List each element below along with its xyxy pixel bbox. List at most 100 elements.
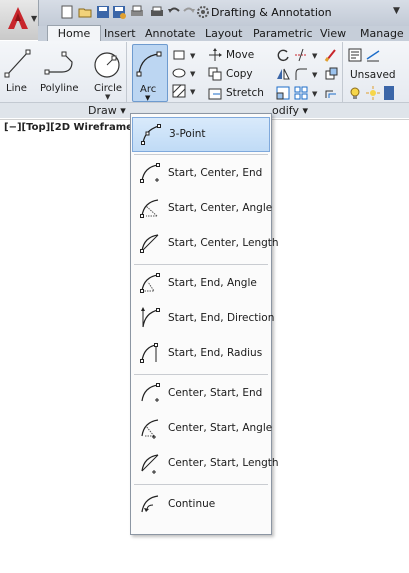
autocad-logo-icon [8,7,28,29]
dimension-icon[interactable] [366,48,380,65]
ellipse-icon[interactable] [172,66,186,80]
move-icon[interactable] [208,48,222,65]
menu-item-label: Start, Center, End [168,167,263,179]
move-button[interactable]: Move [226,49,254,61]
rotate-icon[interactable] [276,48,290,65]
arc-3point-icon [141,124,161,145]
menu-item-start-end-radius[interactable]: Start, End, Radius [132,337,270,370]
save-as-icon[interactable] [112,5,126,19]
scale-icon[interactable] [276,86,290,103]
copy-button[interactable]: Copy [226,68,253,80]
arc-start-center-end-icon [140,163,160,183]
arc-center-start-end-icon [141,383,160,402]
array-dropdown-icon[interactable]: ▼ [312,90,317,98]
menu-item-start-end-direction[interactable]: Start, End, Direction [132,302,274,335]
circle-icon[interactable] [92,50,122,80]
sun-icon[interactable] [366,86,380,103]
lightbulb-icon[interactable] [348,86,362,103]
offset-icon[interactable] [324,86,338,103]
menu-item-center-start-length[interactable]: Center, Start, Length [132,447,279,480]
hatch-dropdown-icon[interactable]: ▼ [190,88,195,96]
gear-icon[interactable] [196,5,210,22]
text-icon[interactable] [348,48,362,65]
trim-icon[interactable] [294,48,308,65]
menu-item-label: Start, End, Angle [168,277,257,289]
open-folder-icon[interactable] [78,5,92,19]
layer-state-dropdown[interactable]: Unsaved [350,69,396,81]
arc-center-start-angle-icon [141,419,159,439]
tab-home[interactable]: Home [47,25,101,42]
layer-color-swatch[interactable] [384,86,394,100]
arc-dropdown-menu: 3-Point Start, Center, End Start, Center… [130,113,279,535]
application-menu-button[interactable]: ▼ [0,0,39,40]
draw-panel-title[interactable]: Draw ▾ [88,104,126,117]
stretch-button[interactable]: Stretch [226,87,264,99]
arc-center-start-length-icon [141,454,159,474]
menu-item-start-center-length[interactable]: Start, Center, Length [132,227,279,260]
save-icon[interactable] [96,5,110,19]
trim-dropdown-icon[interactable]: ▼ [312,52,317,60]
fillet-icon[interactable] [294,67,308,84]
fillet-dropdown-icon[interactable]: ▼ [312,71,317,79]
rectangle-dropdown-icon[interactable]: ▼ [190,52,195,60]
explode-icon[interactable] [324,67,338,84]
menu-item-center-start-angle[interactable]: Center, Start, Angle [132,412,273,445]
arc-start-end-direction-icon [141,307,160,328]
modify-panel-title[interactable]: odify ▾ [272,104,308,117]
tab-manage[interactable]: Manage [360,26,404,41]
tab-parametric[interactable]: Parametric [253,26,313,41]
circle-dropdown-icon[interactable]: ▼ [105,93,110,101]
print-icon[interactable] [150,5,164,19]
menu-separator [134,264,268,265]
menu-item-3-point[interactable]: 3-Point [132,117,270,152]
plot-icon[interactable] [130,5,144,19]
ellipse-dropdown-icon[interactable]: ▼ [190,70,195,78]
tab-layout[interactable]: Layout [205,26,242,41]
menu-separator [134,484,268,485]
copy-icon[interactable] [208,67,222,84]
menu-item-continue[interactable]: Continue [132,488,270,521]
redo-icon[interactable] [182,5,196,19]
menu-separator [134,374,268,375]
menu-separator [134,154,268,155]
menu-item-start-center-angle[interactable]: Start, Center, Angle [132,192,273,225]
new-file-icon[interactable] [60,5,74,19]
menu-item-label: 3-Point [169,128,206,140]
arc-icon [136,51,162,77]
arc-start-center-angle-icon [140,199,159,218]
line-icon[interactable] [4,48,32,78]
menu-item-label: Center, Start, End [168,387,263,399]
menu-item-label: Center, Start, Angle [168,422,273,434]
mirror-icon[interactable] [276,67,290,84]
erase-icon[interactable] [324,48,338,65]
menu-item-label: Center, Start, Length [168,457,279,469]
arc-start-center-length-icon [140,234,159,253]
menu-item-label: Start, End, Radius [168,347,263,359]
tab-view[interactable]: View [320,26,346,41]
menu-item-label: Start, End, Direction [168,312,275,324]
menu-item-start-center-end[interactable]: Start, Center, End [132,157,270,190]
viewport-controls-label[interactable]: [−][Top][2D Wireframe] [4,122,137,133]
stretch-icon[interactable] [208,86,222,103]
menu-item-label: Start, Center, Angle [168,202,273,214]
polyline-icon[interactable] [44,48,78,78]
hatch-icon[interactable] [172,84,186,98]
arc-start-end-radius-icon [140,343,158,363]
menu-item-label: Continue [168,498,216,510]
menu-item-start-end-angle[interactable]: Start, End, Angle [132,267,270,300]
menu-item-label: Start, Center, Length [168,237,279,249]
arc-continue-icon [141,495,159,513]
line-button-label[interactable]: Line [6,83,27,94]
rectangle-icon[interactable] [172,48,186,62]
array-icon[interactable] [294,86,308,103]
arc-start-end-angle-icon [140,273,160,293]
chevron-down-icon: ▼ [31,14,38,23]
undo-icon[interactable] [167,5,181,19]
tab-insert[interactable]: Insert [104,26,136,41]
menu-item-center-start-end[interactable]: Center, Start, End [132,377,270,410]
tab-annotate[interactable]: Annotate [145,26,195,41]
arc-dropdown-icon[interactable]: ▼ [145,94,150,102]
workspace-switcher[interactable]: Drafting & Annotation [211,6,332,19]
polyline-button-label[interactable]: Polyline [40,83,79,94]
workspace-chevron-icon[interactable]: ▼ [393,6,400,16]
